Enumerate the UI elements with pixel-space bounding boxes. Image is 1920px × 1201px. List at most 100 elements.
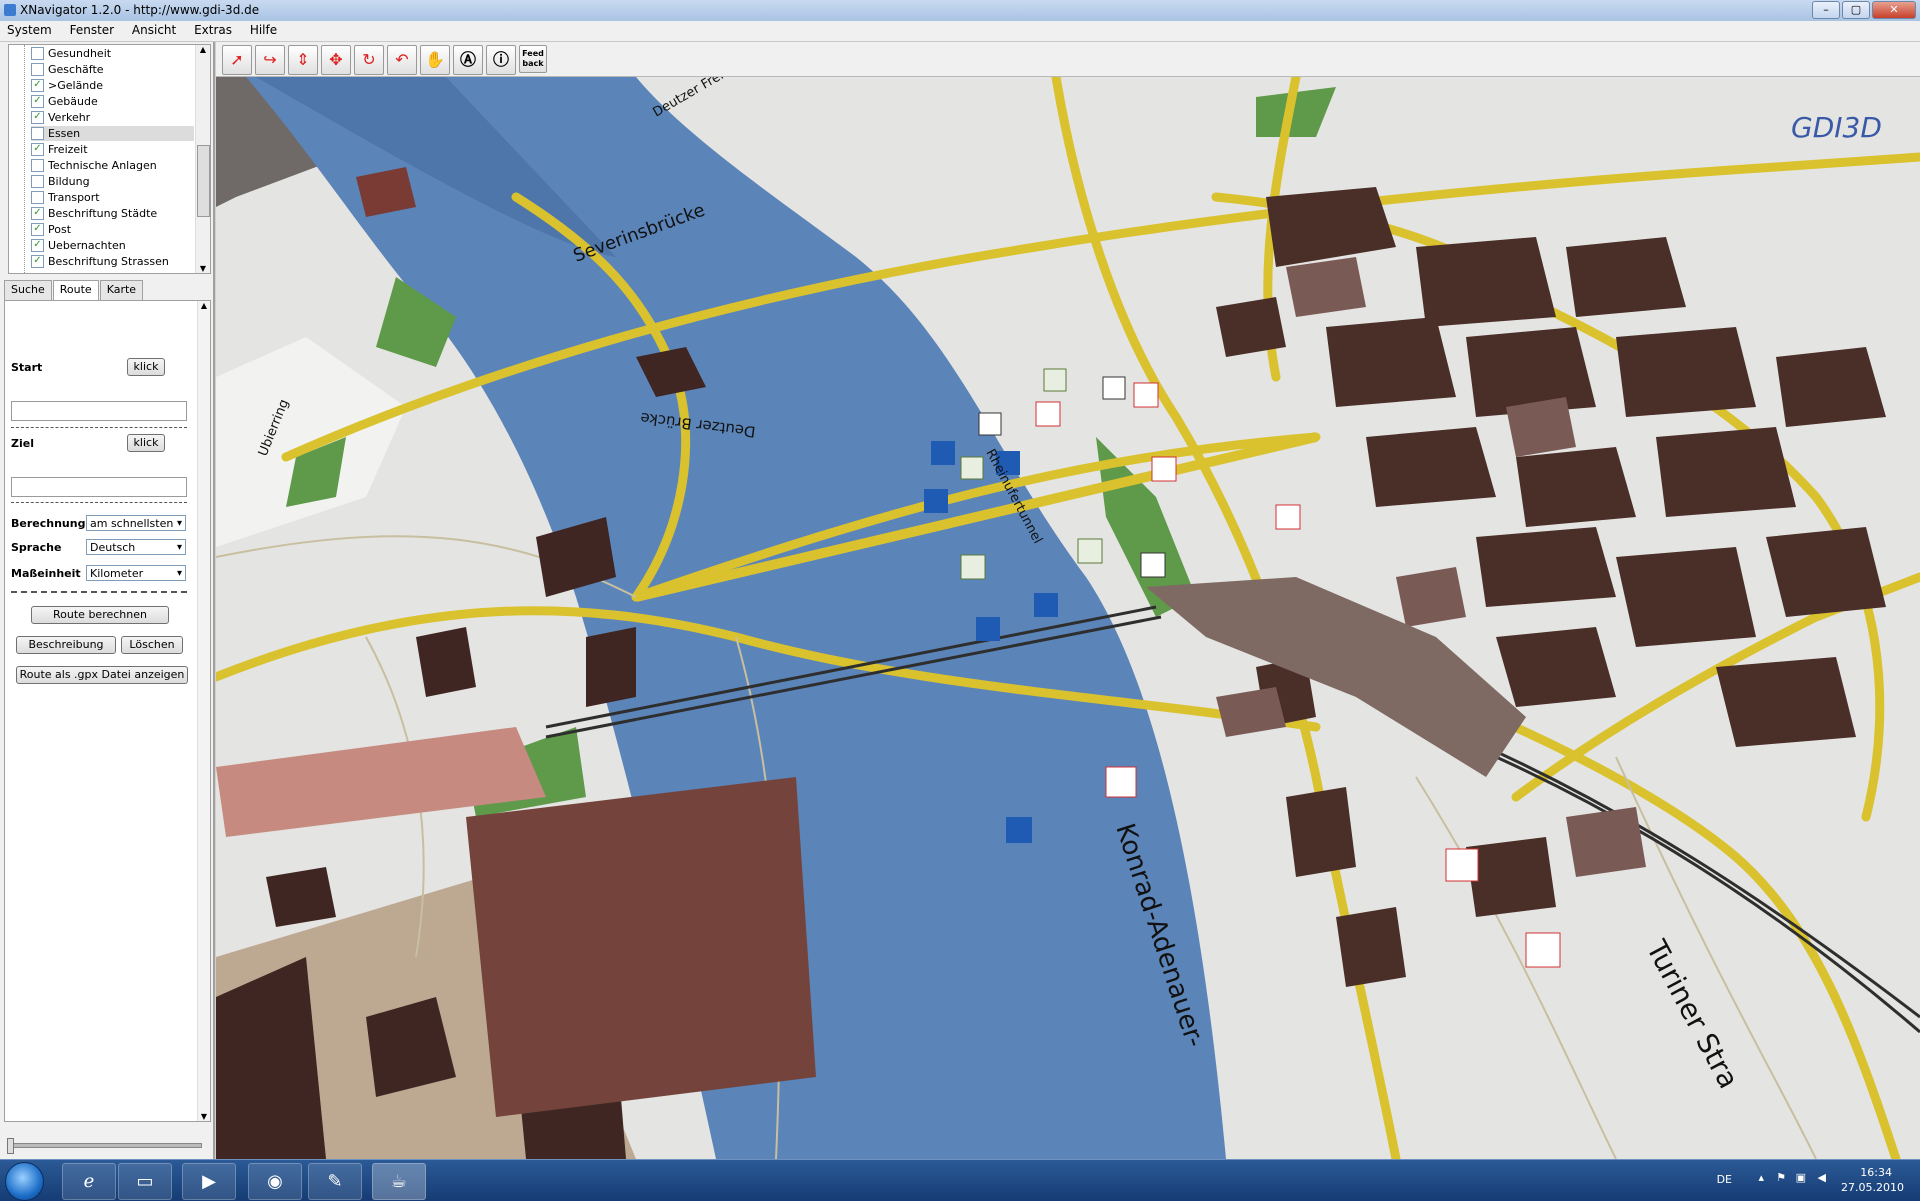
- layer-checkbox[interactable]: ✓: [31, 111, 44, 124]
- route-pane-scrollbar[interactable]: ▲ ▼: [197, 301, 210, 1121]
- clock-date[interactable]: 27.05.2010: [1841, 1181, 1904, 1194]
- tab-route[interactable]: Route: [52, 280, 99, 302]
- layer-checkbox[interactable]: ✓: [31, 255, 44, 268]
- firefox-icon[interactable]: ◉: [248, 1163, 302, 1200]
- layer-item-post[interactable]: ✓ Post: [31, 222, 71, 237]
- sprache-select[interactable]: Deutsch: [86, 539, 186, 556]
- layer-checkbox[interactable]: ✓: [31, 95, 44, 108]
- menu-hilfe[interactable]: Hilfe: [243, 21, 284, 39]
- layer-item-transport[interactable]: Transport: [31, 190, 100, 205]
- parking-poi-icon[interactable]: [1006, 817, 1032, 843]
- post-poi-icon[interactable]: [1105, 766, 1137, 798]
- rotate-icon[interactable]: ↻: [354, 45, 384, 75]
- feedback-button[interactable]: Feed back: [519, 45, 547, 73]
- layer-checkbox[interactable]: [31, 63, 44, 76]
- layer-item-essen[interactable]: Essen: [31, 126, 194, 141]
- map-view[interactable]: Severinsbrücke Deutzer Brücke Rheinufert…: [216, 77, 1920, 1159]
- volume-icon[interactable]: ◀: [1818, 1171, 1826, 1184]
- minimize-button[interactable]: –: [1812, 1, 1840, 19]
- post-poi-icon[interactable]: [1525, 932, 1561, 968]
- layer-list-scrollbar[interactable]: ▲ ▼: [195, 45, 210, 273]
- layer-item-geschaefte[interactable]: Geschäfte: [31, 62, 104, 77]
- masseinheit-select[interactable]: Kilometer: [86, 565, 186, 582]
- layer-item-freizeit[interactable]: ✓ Freizeit: [31, 142, 88, 157]
- post-poi-icon[interactable]: [1275, 504, 1301, 530]
- tab-suche[interactable]: Suche: [4, 280, 52, 300]
- layer-item-beschriftung-strassen[interactable]: ✓ Beschriftung Strassen: [31, 254, 169, 269]
- parking-poi-icon[interactable]: [924, 489, 948, 513]
- layer-checkbox[interactable]: ✓: [31, 207, 44, 220]
- menu-fenster[interactable]: Fenster: [63, 21, 122, 39]
- media-player-icon[interactable]: ▶: [182, 1163, 236, 1200]
- layer-checkbox[interactable]: [31, 159, 44, 172]
- hotel-poi-icon[interactable]: [978, 412, 1002, 436]
- explorer-icon[interactable]: ▭: [118, 1163, 172, 1200]
- leisure-poi-icon[interactable]: [1043, 368, 1067, 392]
- ziel-klick-button[interactable]: klick: [127, 434, 165, 452]
- undo-icon[interactable]: ↶: [387, 45, 417, 75]
- maximize-button[interactable]: ▢: [1842, 1, 1870, 19]
- leisure-poi-icon[interactable]: [1077, 538, 1103, 564]
- scroll-down-icon[interactable]: ▼: [198, 1112, 210, 1121]
- tray-arrow-icon[interactable]: ▴: [1758, 1171, 1764, 1184]
- layer-checkbox[interactable]: [31, 175, 44, 188]
- layer-item-uebernachten[interactable]: ✓ Uebernachten: [31, 238, 126, 253]
- clock-time[interactable]: 16:34: [1860, 1166, 1892, 1179]
- parking-poi-icon[interactable]: [1034, 593, 1058, 617]
- ziel-input[interactable]: [11, 477, 187, 497]
- close-button[interactable]: ✕: [1872, 1, 1916, 19]
- java-icon[interactable]: ☕: [372, 1163, 426, 1200]
- layer-item-bildung[interactable]: Bildung: [31, 174, 90, 189]
- layer-checkbox[interactable]: [31, 47, 44, 60]
- network-icon[interactable]: ▣: [1796, 1171, 1806, 1184]
- layer-checkbox[interactable]: ✓: [31, 223, 44, 236]
- leisure-poi-icon[interactable]: [960, 456, 984, 480]
- layer-checkbox[interactable]: [31, 127, 44, 140]
- scroll-thumb[interactable]: [197, 145, 210, 217]
- layer-item-beschriftung-staedte[interactable]: ✓ Beschriftung Städte: [31, 206, 157, 221]
- post-poi-icon[interactable]: [1151, 456, 1177, 482]
- turn-icon[interactable]: ↪: [255, 45, 285, 75]
- layer-item-gelaende[interactable]: ✓ >Gelände: [31, 78, 103, 93]
- scroll-up-icon[interactable]: ▲: [196, 45, 210, 54]
- start-input[interactable]: [11, 401, 187, 421]
- slider-handle[interactable]: [7, 1138, 14, 1154]
- layer-checkbox[interactable]: ✓: [31, 143, 44, 156]
- post-poi-icon[interactable]: [1035, 401, 1061, 427]
- paint-icon[interactable]: ✎: [308, 1163, 362, 1200]
- layer-item-verkehr[interactable]: ✓ Verkehr: [31, 110, 90, 125]
- hotel-poi-icon[interactable]: [1102, 376, 1126, 400]
- map-3d-canvas[interactable]: Severinsbrücke Deutzer Brücke Rheinufert…: [216, 77, 1920, 1159]
- layer-checkbox[interactable]: [31, 191, 44, 204]
- tab-karte[interactable]: Karte: [99, 280, 144, 300]
- start-klick-button[interactable]: klick: [127, 358, 165, 376]
- route-berechnen-button[interactable]: Route berechnen: [31, 606, 169, 624]
- loeschen-button[interactable]: Löschen: [121, 636, 183, 654]
- scroll-down-icon[interactable]: ▼: [196, 264, 210, 273]
- post-poi-icon[interactable]: [1445, 848, 1479, 882]
- language-indicator[interactable]: DE: [1717, 1173, 1732, 1186]
- timeline-slider[interactable]: [7, 1138, 202, 1154]
- post-poi-icon[interactable]: [1133, 382, 1159, 408]
- info-icon[interactable]: ⓘ: [486, 45, 516, 75]
- pan-hand-icon[interactable]: ✋: [420, 45, 450, 75]
- layer-item-gebaeude[interactable]: ✓ Gebäude: [31, 94, 98, 109]
- move-vertical-icon[interactable]: ⇕: [288, 45, 318, 75]
- fly-forward-icon[interactable]: ➚: [222, 45, 252, 75]
- beschreibung-button[interactable]: Beschreibung: [16, 636, 116, 654]
- hotel-poi-icon[interactable]: [1140, 552, 1166, 578]
- menu-ansicht[interactable]: Ansicht: [125, 21, 183, 39]
- scroll-up-icon[interactable]: ▲: [198, 301, 210, 310]
- menu-system[interactable]: System: [0, 21, 59, 39]
- parking-poi-icon[interactable]: [931, 441, 955, 465]
- parking-poi-icon[interactable]: [976, 617, 1000, 641]
- move-all-icon[interactable]: ✥: [321, 45, 351, 75]
- flag-icon[interactable]: ⚑: [1776, 1171, 1786, 1184]
- menu-extras[interactable]: Extras: [187, 21, 239, 39]
- start-button-icon[interactable]: [5, 1162, 44, 1201]
- ie-icon[interactable]: ℯ: [62, 1163, 116, 1200]
- layer-item-gesundheit[interactable]: Gesundheit: [31, 46, 111, 61]
- berechnung-select[interactable]: am schnellsten: [86, 515, 186, 532]
- annotation-icon[interactable]: Ⓐ: [453, 45, 483, 75]
- layer-checkbox[interactable]: ✓: [31, 239, 44, 252]
